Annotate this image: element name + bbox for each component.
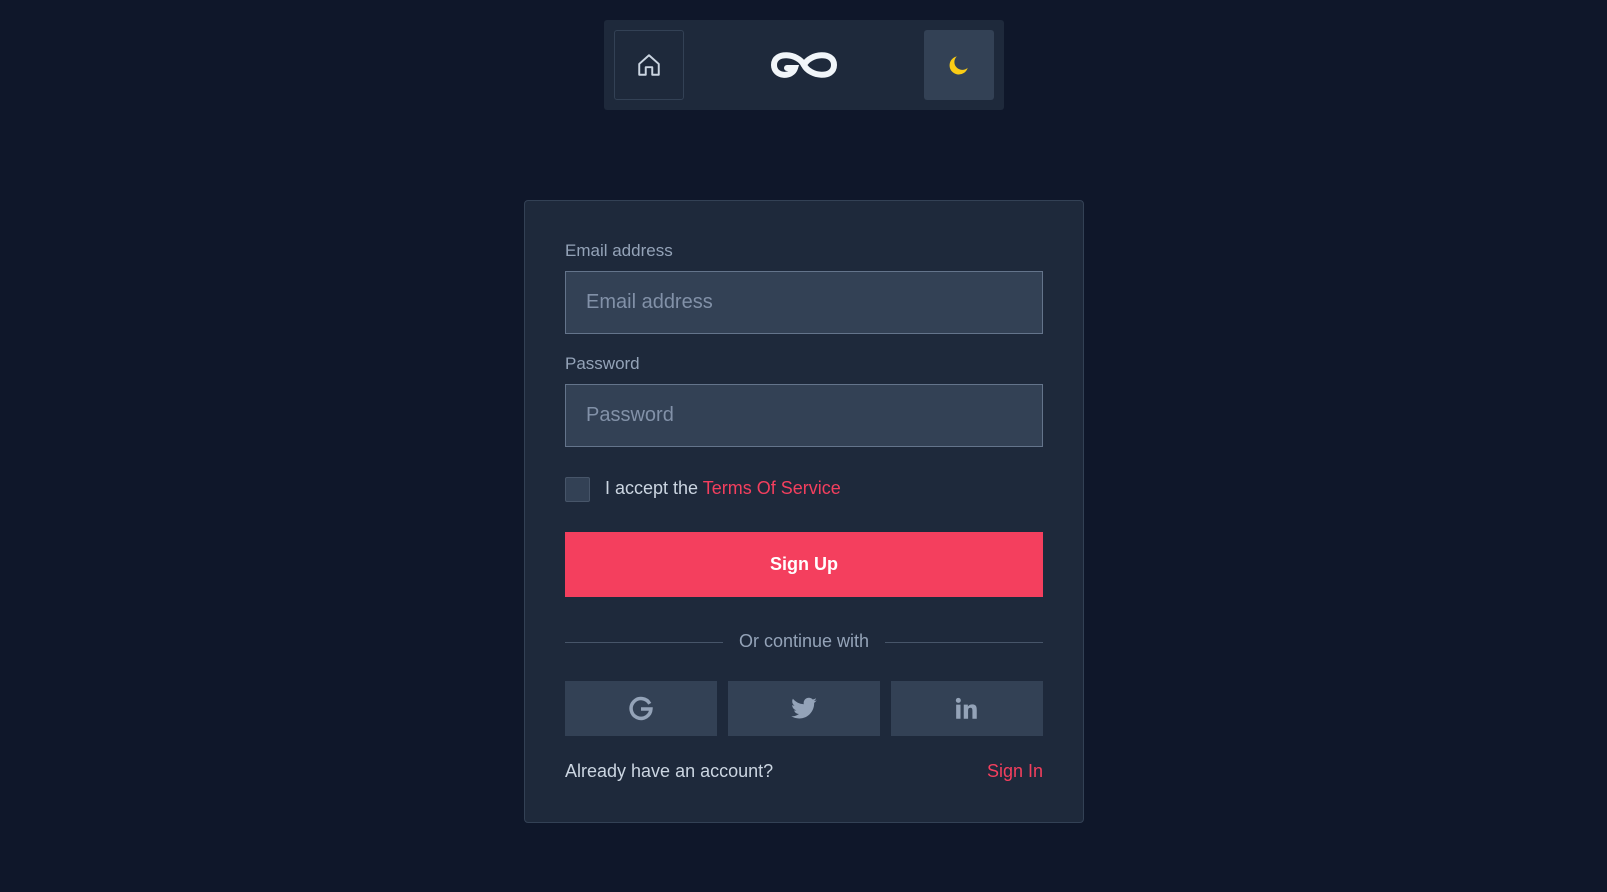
linkedin-icon	[955, 697, 977, 719]
terms-of-service-link[interactable]: Terms Of Service	[703, 478, 841, 498]
google-icon	[629, 696, 653, 720]
terms-checkbox[interactable]	[565, 477, 590, 502]
google-login-button[interactable]	[565, 681, 717, 736]
terms-prefix: I accept the	[605, 478, 703, 498]
signup-card: Email address Password I accept the Term…	[524, 200, 1084, 823]
email-input[interactable]	[565, 271, 1043, 334]
twitter-login-button[interactable]	[728, 681, 880, 736]
divider-line-right	[885, 642, 1043, 643]
app-logo[interactable]	[768, 42, 840, 88]
password-label: Password	[565, 354, 640, 373]
linkedin-login-button[interactable]	[891, 681, 1043, 736]
email-label: Email address	[565, 241, 673, 260]
infinity-logo-icon	[770, 52, 838, 78]
top-nav-bar	[604, 20, 1004, 110]
password-input[interactable]	[565, 384, 1043, 447]
sign-in-link[interactable]: Sign In	[987, 761, 1043, 782]
have-account-text: Already have an account?	[565, 761, 774, 781]
home-icon	[638, 54, 660, 76]
theme-toggle-button[interactable]	[924, 30, 994, 100]
terms-text: I accept the Terms Of Service	[605, 478, 841, 499]
moon-icon	[949, 56, 968, 75]
home-button[interactable]	[614, 30, 684, 100]
twitter-icon	[791, 697, 817, 718]
sign-up-button[interactable]: Sign Up	[565, 532, 1043, 597]
